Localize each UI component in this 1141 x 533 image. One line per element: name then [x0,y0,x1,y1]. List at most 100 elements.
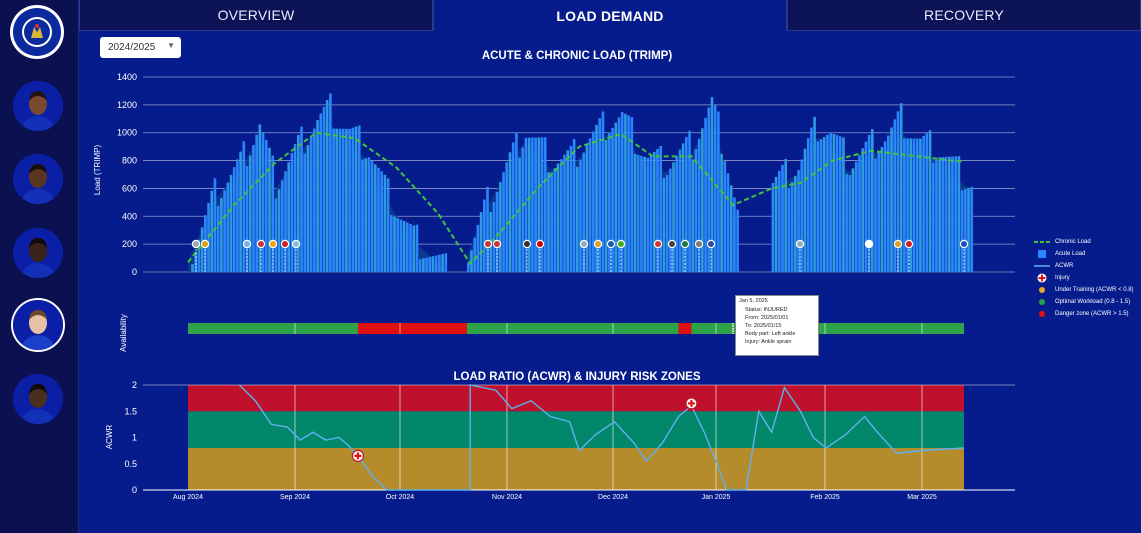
load-ytick-label: 200 [122,239,137,249]
acwr-xtick-label: Oct 2024 [386,494,415,501]
acute-load-bar [499,182,502,272]
availability-ylabel: Availability [119,314,128,352]
acute-load-bar [486,186,489,272]
acwr-ytick-label: 1.5 [124,406,137,416]
acute-load-bar [733,197,736,272]
opponent-badge-fill [682,241,688,247]
acute-load-bar [399,219,403,272]
availability-segment-available[interactable] [188,323,358,334]
availability-segment-available[interactable] [466,323,679,334]
acute-load-bar [361,159,364,272]
acute-load-bar [572,138,576,272]
acute-load-bar [280,180,284,272]
acute-load-bar [614,122,618,272]
acwr-xtick-label: Sep 2024 [280,494,310,501]
acute-load-bar [213,178,217,272]
tooltip-line: Status: INJURED [745,307,788,313]
opponent-badge-fill [581,241,587,247]
acute-load-bar [938,157,941,272]
acute-load-bar [867,134,871,272]
acute-load-bar [694,149,698,272]
acute-load-bar [935,159,938,272]
tooltip-line: From: 2025/01/01 [745,315,789,321]
acute-load-bar [537,137,541,272]
acute-load-bar [883,141,887,272]
legend-item[interactable]: Injury [1034,272,1134,284]
legend-item[interactable]: Acute Load [1034,248,1134,260]
acute-load-bar [386,178,390,272]
acute-load-bar [794,176,797,272]
tooltip-line: To: 2025/01/15 [745,323,782,329]
acute-load-bar [713,104,717,272]
acute-load-bar [585,145,589,272]
acute-load-bar [601,111,605,273]
acute-load-bar [893,119,897,272]
opponent-badge-fill [258,241,264,247]
load-ytick-label: 1400 [117,72,137,82]
acute-load-bar [915,138,919,272]
acute-load-bar [268,147,271,272]
acute-load-bar [931,162,935,272]
acute-load-bar [383,174,387,272]
acute-load-bar [466,263,470,272]
dashboard-charts: ACUTE & CHRONIC LOAD (TRIMP) Load (TRIMP)… [93,50,1015,501]
acute-load-bar [800,159,804,272]
acute-load-bar [319,113,323,272]
acute-load-bar [643,156,646,272]
acute-load-bar [409,223,412,272]
acute-load-bar [191,264,194,272]
tooltip-line: Body part: Left ankle [745,331,796,337]
acute-load-bar [649,154,653,272]
acute-load-bar [845,173,848,272]
injury-marker-icon[interactable] [685,397,698,410]
availability-segment-injured[interactable] [357,323,467,334]
acute-load-bar [335,128,339,272]
legend-item[interactable]: Danger zone (ACWR > 1.5) [1034,308,1134,320]
acute-load-bar [406,222,409,272]
legend-item[interactable]: Under Training (ACWR < 0.8) [1034,284,1134,296]
legend-item[interactable]: ACWR [1034,260,1134,272]
acute-load-bar [826,134,829,272]
tooltip-line: Injury: Ankle sprain [745,339,792,345]
acwr-ylabel: ACWR [105,425,114,450]
acute-load-bar [524,137,528,272]
acute-load-bar [470,250,473,272]
acute-load-bar [569,146,573,272]
acute-load-bar [970,186,974,272]
acute-load-bar [832,133,836,272]
injury-tooltip: Jan 5, 2025 Status: INJURED From: 2025/01… [735,295,819,356]
acute-load-bar [505,162,509,272]
acute-load-bar [377,167,380,272]
acute-load-bar [232,167,236,272]
load-ytick-label: 1200 [117,100,137,110]
opponent-badge-fill [669,241,675,247]
legend-item[interactable]: Chronic Load [1034,236,1134,248]
acute-load-bar [941,157,945,272]
legend-label: Injury [1055,275,1070,281]
green-dot-icon [1034,298,1050,306]
opponent-badge-fill [193,241,199,247]
red-dot-icon [1034,310,1050,318]
acute-load-bar [210,190,214,272]
legend-label: Under Training (ACWR < 0.8) [1055,287,1134,293]
legend-item[interactable]: Optimal Workload (0.8 - 1.5) [1034,296,1134,308]
acute-load-bar [652,151,656,272]
acute-load-bar [329,93,332,272]
opponent-badge-fill [293,241,299,247]
opponent-badge-fill [618,241,624,247]
acute-load-bar [402,220,406,272]
acute-load-bar [441,253,444,272]
acwr-zone-danger-zone [188,385,964,412]
acute-load-bar [434,255,438,272]
acute-load-bar [874,158,877,272]
acute-load-bar [919,138,922,272]
load-ytick-label: 0 [132,267,137,277]
acute-load-bar [508,152,512,272]
acute-load-bar [668,168,672,272]
acute-load-bar [736,209,739,272]
injury-marker-icon[interactable] [351,449,365,462]
legend-label: Chronic Load [1055,239,1091,245]
availability-segment-injured[interactable] [678,323,692,334]
acute-load-bar [300,126,303,272]
acute-load-bar [906,138,909,272]
